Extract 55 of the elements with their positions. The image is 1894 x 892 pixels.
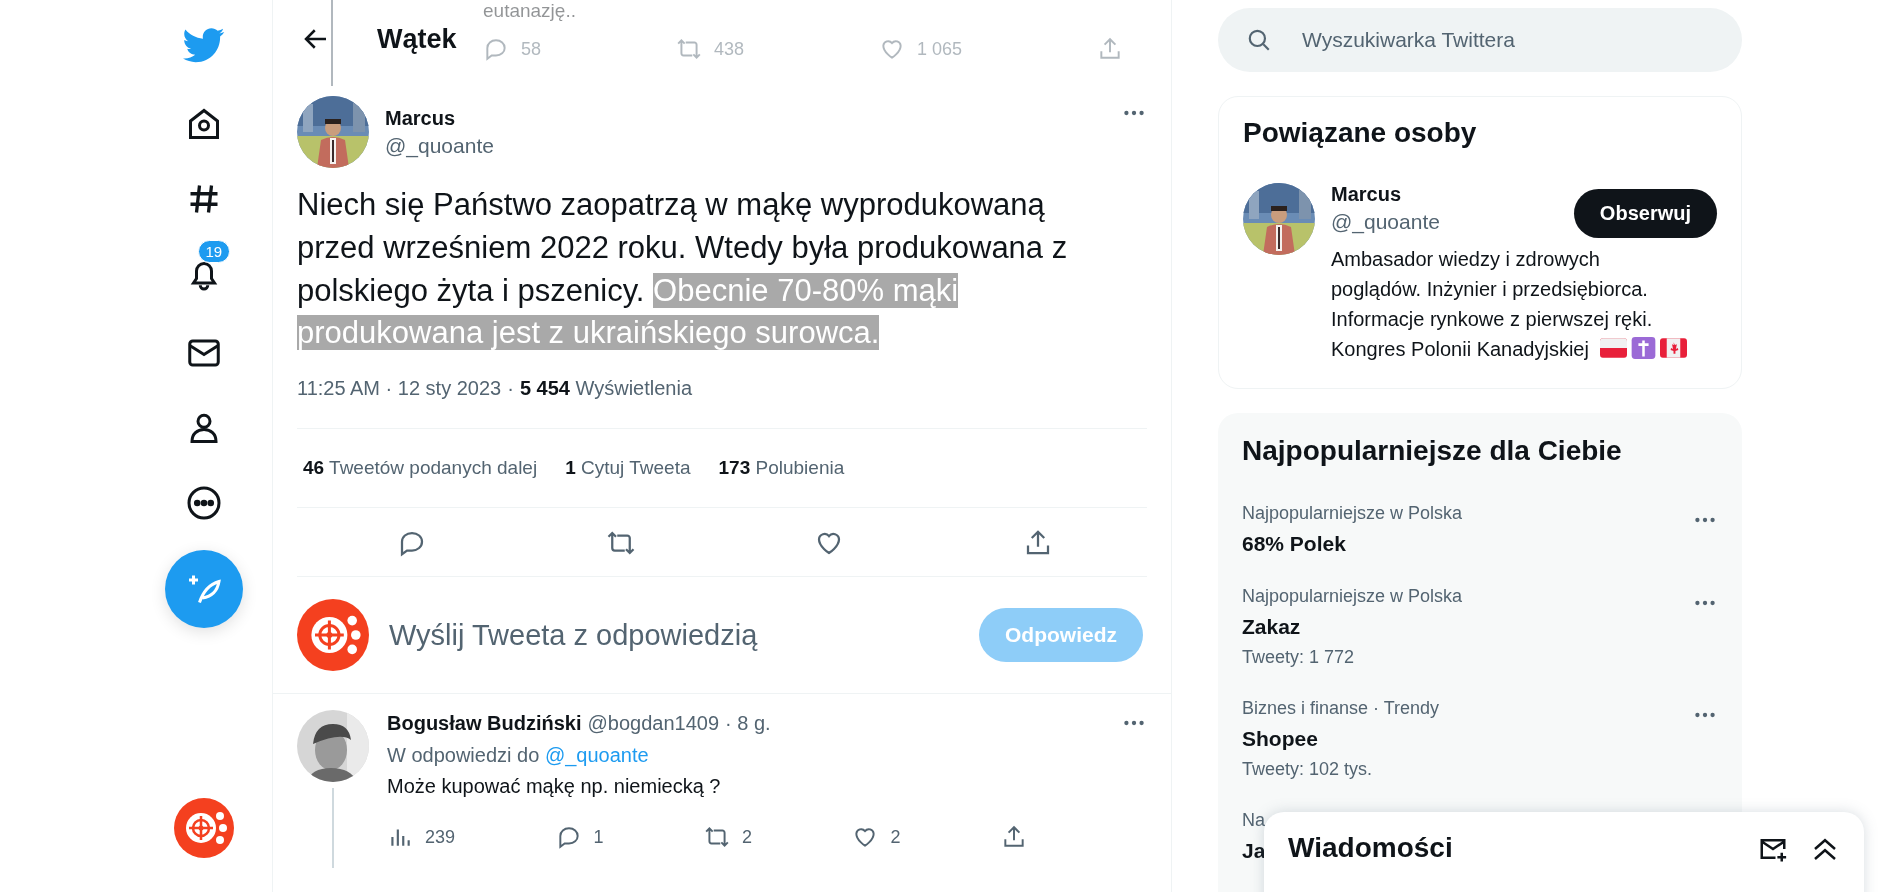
poland-flag-icon	[1599, 337, 1627, 359]
drawer-title: Wiadomości	[1288, 832, 1454, 864]
person-handle[interactable]: @_quoante	[1331, 210, 1574, 234]
reply-author-name[interactable]: Bogusław Budziński	[387, 711, 582, 735]
retweet-count: 438	[714, 38, 745, 60]
account-avatar-icon[interactable]	[173, 798, 234, 858]
like-count: 1 065	[917, 38, 963, 60]
trend-tweet-count: Tweety: 1 772	[1242, 647, 1356, 668]
reply-count: 1	[593, 826, 604, 848]
trend-name[interactable]: 68% Polek	[1242, 532, 1463, 556]
author-name[interactable]: Marcus	[385, 106, 1121, 130]
card-title: Najpopularniejsze dla Ciebie	[1242, 435, 1623, 467]
trend-context: Najpopularniejsze w Polska	[1242, 586, 1463, 607]
account-avatar-icon[interactable]	[297, 599, 369, 672]
reply-count: 58	[521, 38, 542, 60]
reply-input-field[interactable]: Wyślij Tweeta z odpowiedzią	[387, 617, 979, 653]
engagement-stat[interactable]: 46 Tweetów podanych dalej	[303, 457, 538, 480]
page-title: Wątek	[377, 23, 457, 55]
retweet-count: 2	[742, 826, 752, 848]
engagement-stat[interactable]: 1 Cytuj Tweeta	[565, 457, 691, 480]
tweet-time[interactable]: 11:25 AM · 12 sty 2023	[297, 377, 502, 401]
person-bio-line: poglądów. Inżynier i przedsiębiorca.	[1331, 278, 1648, 300]
person-bio-line: Kongres Polonii Kanadyjskiej	[1331, 338, 1589, 360]
card-title: Powiązane osoby	[1243, 117, 1478, 149]
notification-badge: 19	[197, 240, 231, 263]
replying-to-label: W odpowiedzi do	[387, 744, 540, 767]
search-icon[interactable]	[1246, 27, 1272, 53]
trend-name[interactable]: Shopee	[1242, 727, 1440, 751]
reply-author-handle[interactable]: @bogdan1409	[587, 711, 719, 735]
trend-context: Biznes i finanse · Trendy	[1242, 698, 1440, 719]
search-input[interactable]: Wyszukiwarka Twittera	[1300, 27, 1742, 53]
search-field[interactable]: Wyszukiwarka Twittera	[1218, 8, 1742, 72]
person-name[interactable]: Marcus	[1331, 183, 1574, 206]
follow-button[interactable]: Obserwuj	[1573, 189, 1717, 238]
person-bio-line: Ambasador wiedzy i zdrowych	[1331, 248, 1600, 270]
trend-name[interactable]: Ja	[1242, 839, 1266, 863]
messages-drawer[interactable]: Wiadomości	[1264, 812, 1864, 892]
trend-context: Najpopularniejsze w Polska	[1242, 503, 1463, 524]
canada-flag-icon	[1659, 337, 1687, 359]
like-count: 2	[890, 826, 901, 848]
author-handle[interactable]: @_quoante	[385, 133, 1121, 158]
trend-tweet-count: Tweety: 102 tys.	[1242, 759, 1374, 780]
trend-name[interactable]: Zakaz	[1242, 615, 1463, 639]
engagement-stat[interactable]: 173 Polubienia	[718, 457, 845, 480]
cross-icon	[1629, 337, 1657, 359]
trend-context: Na	[1242, 810, 1266, 831]
separator-dot: ·	[507, 377, 514, 401]
more-icon[interactable]	[185, 485, 222, 521]
person-bio-line: Informacje rynkowe z pierwszej ręki.	[1331, 308, 1653, 330]
view-count: 5 454 Wyświetlenia	[519, 377, 693, 401]
tweet-text: eutanazję..	[483, 0, 576, 21]
reply-text: Może kupować mąkę np. niemiecką ?	[387, 775, 722, 799]
reply-time[interactable]: · 8 g.	[725, 711, 771, 735]
tweet-text: Niech się Państwo zaopatrzą w mąkę wyprodukowaną przed wrześniem 2022 roku. Wtedy była produkowana z polskiego żyta i pszenicy. Obecnie 70-80% mąki produkowana jest z ukraińskiego surowca.	[297, 186, 1069, 353]
view-count: 239	[425, 826, 456, 848]
